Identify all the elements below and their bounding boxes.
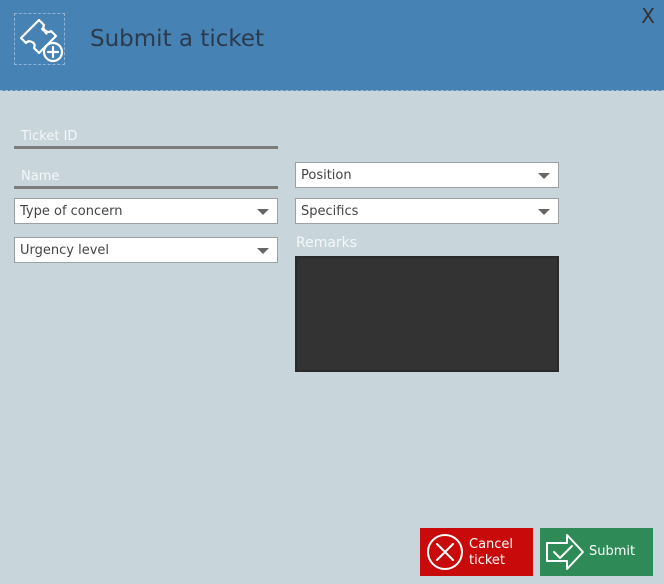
urgency-level-dropdown[interactable]: Urgency level [14, 237, 278, 263]
submit-button[interactable]: Submit [540, 528, 653, 576]
specifics-label: Specifics [301, 204, 359, 219]
name-field[interactable]: Name [14, 164, 278, 189]
remarks-textarea[interactable] [295, 256, 559, 372]
close-button[interactable]: X [641, 6, 655, 26]
header: Submit a ticket X [0, 0, 664, 91]
name-placeholder: Name [21, 169, 60, 184]
position-label: Position [301, 168, 352, 183]
cancel-ticket-button[interactable]: Cancel ticket [420, 528, 533, 576]
page-title: Submit a ticket [90, 26, 265, 52]
type-of-concern-dropdown[interactable]: Type of concern [14, 198, 278, 224]
ticket-id-placeholder: Ticket ID [21, 129, 78, 144]
specifics-dropdown[interactable]: Specifics [295, 198, 559, 224]
cancel-circle-icon [425, 532, 465, 576]
chevron-down-icon [538, 209, 550, 215]
type-of-concern-label: Type of concern [20, 204, 123, 219]
position-dropdown[interactable]: Position [295, 162, 559, 188]
urgency-level-label: Urgency level [20, 243, 110, 258]
cancel-ticket-label: Cancel ticket [469, 537, 514, 568]
submit-label: Submit [589, 544, 636, 559]
remarks-label: Remarks [296, 235, 358, 251]
ticket-add-icon [14, 13, 65, 65]
arrow-check-icon [545, 532, 585, 576]
chevron-down-icon [257, 209, 269, 215]
chevron-down-icon [257, 248, 269, 254]
chevron-down-icon [538, 173, 550, 179]
ticket-id-field[interactable]: Ticket ID [14, 124, 278, 149]
